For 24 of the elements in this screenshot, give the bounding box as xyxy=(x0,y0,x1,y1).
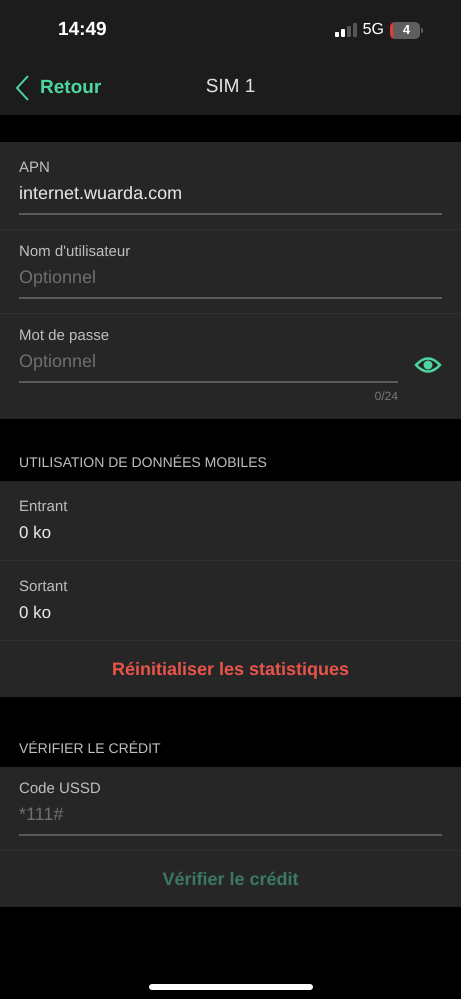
input-field[interactable]: Optionnel xyxy=(19,264,442,299)
screen-title: SIM 1 xyxy=(206,75,256,100)
field-label: Code USSD xyxy=(19,779,102,799)
section-header: VÉRIFIER LE CRÉDIT xyxy=(19,739,161,758)
battery-indicator: 4 xyxy=(390,22,423,38)
clock: 14:49 xyxy=(58,18,107,42)
network-type: 5G xyxy=(362,20,384,40)
input-field[interactable]: internet.wuarda.com xyxy=(19,180,442,215)
usage-value: 0 ko xyxy=(19,522,52,544)
show-password-button[interactable] xyxy=(414,354,442,374)
usage-label: Sortant xyxy=(19,576,68,596)
chevron-left-icon xyxy=(14,74,30,102)
input-field[interactable]: Optionnel xyxy=(19,348,398,383)
section-header: UTILISATION DE DONNÉES MOBILES xyxy=(19,453,267,472)
field-label: APN xyxy=(19,158,51,178)
field-label: Mot de passe xyxy=(19,326,110,346)
input-field[interactable]: *111# xyxy=(19,801,442,836)
back-button[interactable]: Retour xyxy=(14,74,102,102)
character-counter: 0/24 xyxy=(374,388,398,405)
usage-value: 0 ko xyxy=(19,602,52,624)
signal-icon xyxy=(334,23,357,37)
usage-label: Entrant xyxy=(19,496,68,516)
eye-icon xyxy=(414,356,442,374)
field-label: Nom d'utilisateur xyxy=(19,242,132,262)
